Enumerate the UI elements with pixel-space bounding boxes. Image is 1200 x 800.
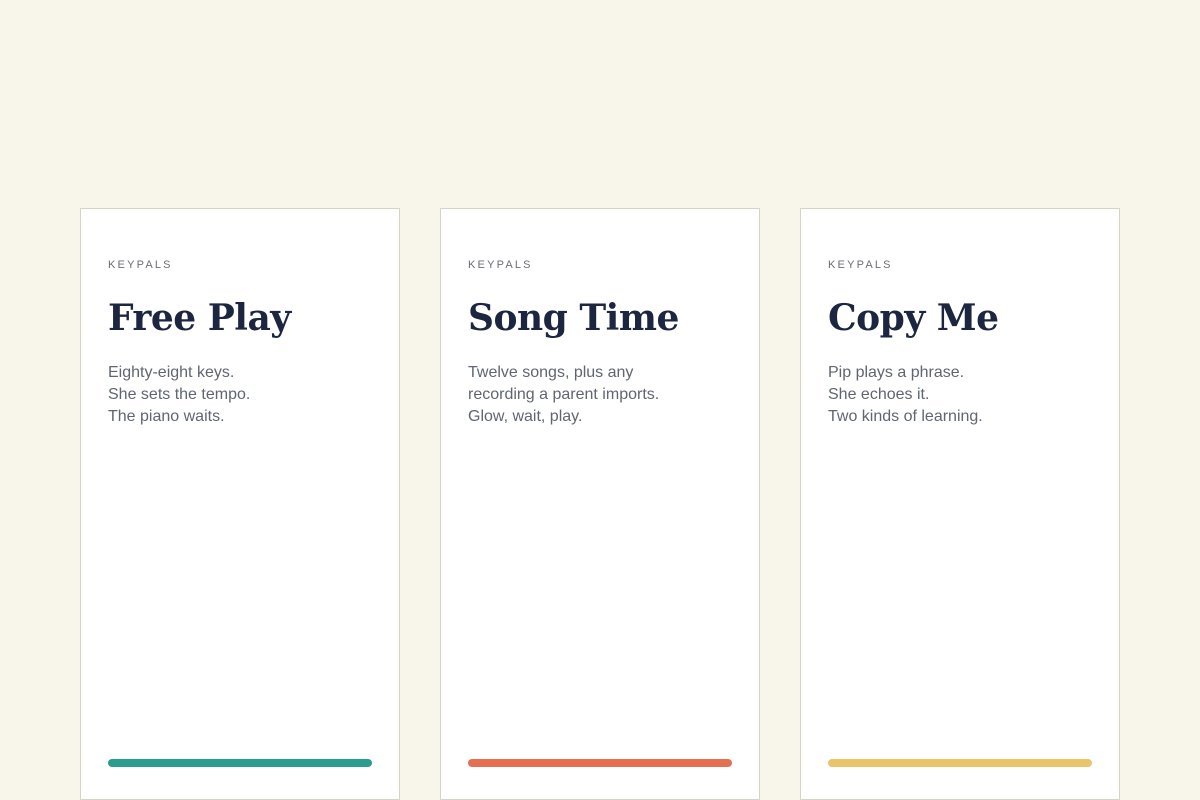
description-line: Two kinds of learning. [828, 408, 983, 425]
description-line: Pip plays a phrase. [828, 364, 965, 381]
brand-label: KEYPALS [828, 259, 893, 271]
card-copy-me[interactable]: KEYPALS Copy Me Pip plays a phrase. She … [800, 208, 1120, 800]
card-grid: KEYPALS Free Play Eighty-eight keys. She… [80, 208, 1120, 800]
brand-label: KEYPALS [468, 259, 533, 271]
description-line: recording a parent imports. [468, 386, 660, 403]
description-line: Glow, wait, play. [468, 408, 583, 425]
card-description: Eighty-eight keys. She sets the tempo. T… [108, 362, 378, 428]
description-line: She echoes it. [828, 386, 930, 403]
card-title: Free Play [108, 297, 291, 339]
card-description: Twelve songs, plus any recording a paren… [468, 362, 738, 428]
accent-bar [828, 759, 1092, 767]
card-title: Song Time [468, 297, 679, 339]
description-line: She sets the tempo. [108, 386, 251, 403]
description-line: Eighty-eight keys. [108, 364, 235, 381]
card-description: Pip plays a phrase. She echoes it. Two k… [828, 362, 1098, 428]
accent-bar [108, 759, 372, 767]
card-song-time[interactable]: KEYPALS Song Time Twelve songs, plus any… [440, 208, 760, 800]
card-title: Copy Me [828, 297, 999, 339]
card-free-play[interactable]: KEYPALS Free Play Eighty-eight keys. She… [80, 208, 400, 800]
description-line: Twelve songs, plus any [468, 364, 634, 381]
accent-bar [468, 759, 732, 767]
description-line: The piano waits. [108, 408, 225, 425]
brand-label: KEYPALS [108, 259, 173, 271]
